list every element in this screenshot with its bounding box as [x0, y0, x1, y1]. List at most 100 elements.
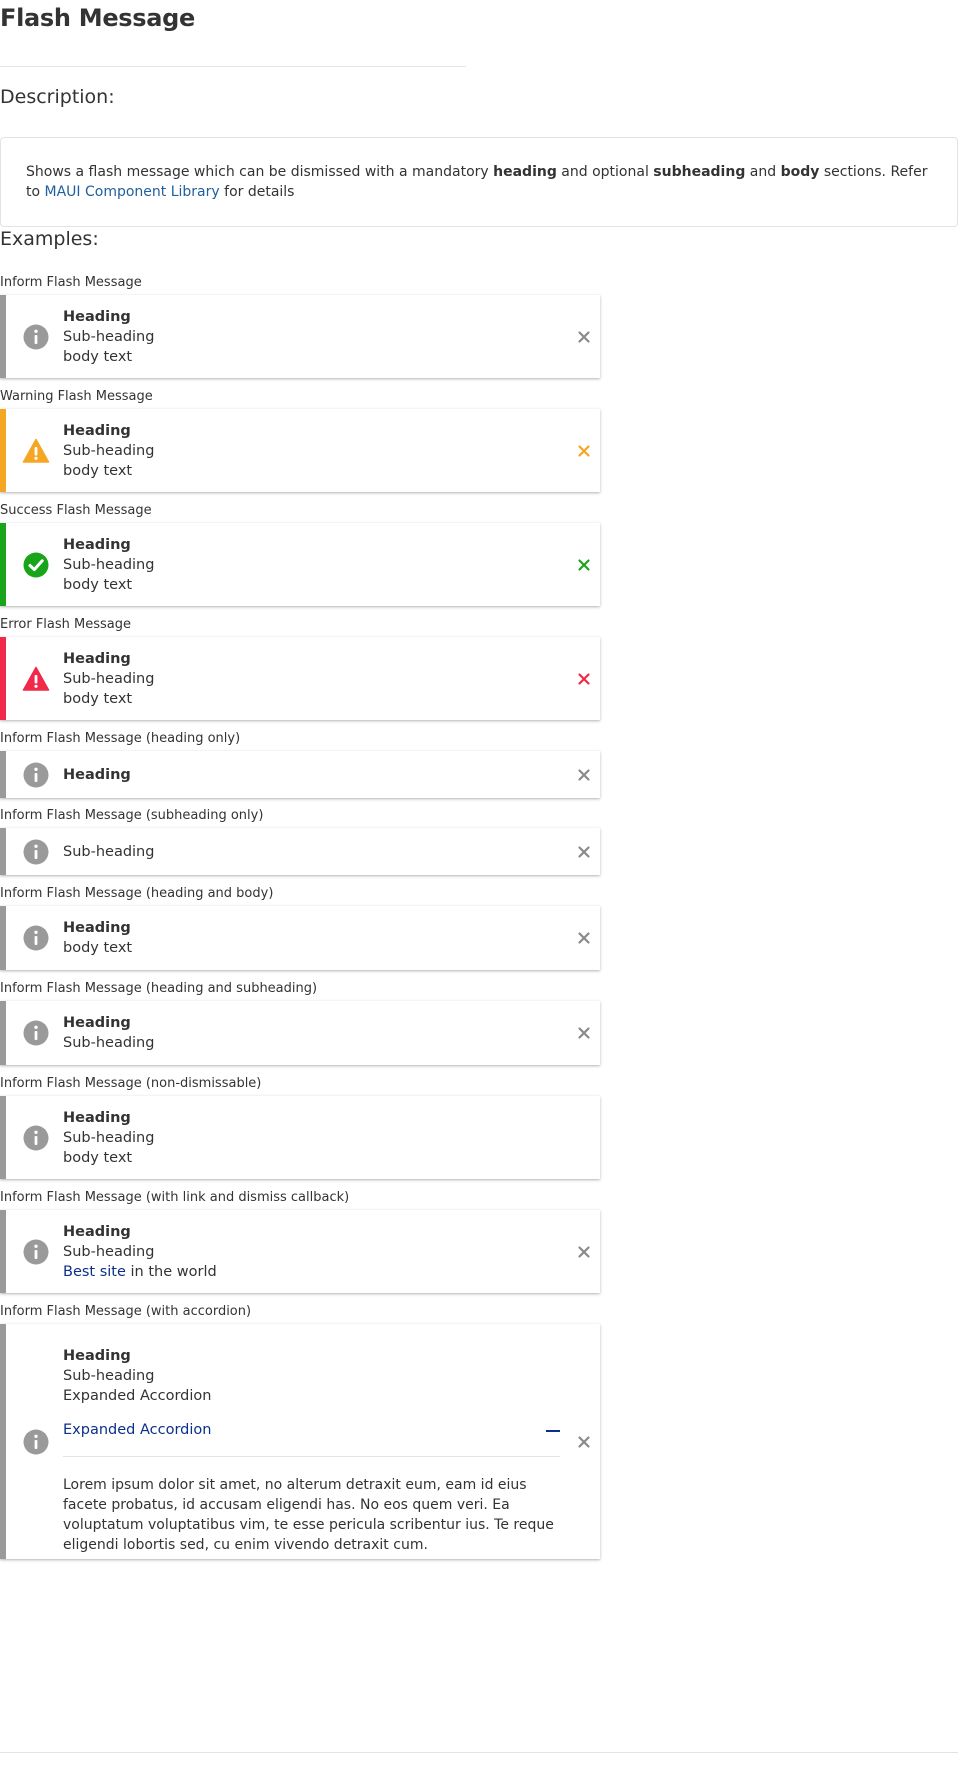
flash-message-inform: Heading Sub-heading body text [0, 295, 600, 378]
example-label-heading-and-subheading: Inform Flash Message (heading and subhea… [0, 981, 318, 996]
minus-icon[interactable] [546, 1430, 560, 1432]
example-label-with-accordion: Inform Flash Message (with accordion) [0, 1304, 252, 1319]
flash-message-non-dismissable: Heading Sub-heading body text [0, 1096, 600, 1179]
flash-content: Heading Sub-heading body text [63, 649, 154, 709]
flash-body: body text [63, 462, 133, 479]
description-bold-heading: heading [493, 164, 557, 180]
flash-subheading: Sub-heading [63, 1035, 155, 1051]
accordion-divider [63, 1456, 560, 1457]
description-text-3: and [745, 164, 781, 180]
close-icon[interactable] [576, 844, 592, 860]
description-text-1: Shows a flash message which can be dismi… [26, 164, 494, 180]
flash-subheading: Sub-heading [63, 328, 155, 345]
flash-heading: Heading [63, 536, 131, 553]
close-icon[interactable] [576, 1025, 592, 1041]
info-icon [23, 1429, 49, 1454]
flash-content: Heading body text [63, 918, 132, 958]
flash-message-warning: Heading Sub-heading body text [0, 409, 600, 492]
flash-content: Heading Sub-heading Expanded Accordion E… [63, 1346, 560, 1555]
info-icon [23, 1125, 49, 1150]
flash-content: Heading Sub-heading body text [63, 421, 154, 481]
flash-message-subheading-only: Sub-heading [0, 828, 600, 875]
flash-message-error: Heading Sub-heading body text [0, 637, 600, 720]
close-icon[interactable] [576, 767, 592, 783]
flash-subheading: Sub-heading [63, 1368, 155, 1384]
flash-heading: Heading [63, 1348, 131, 1364]
flash-body: Best site in the world [63, 1262, 217, 1282]
close-icon[interactable] [576, 557, 592, 573]
flash-message-with-accordion: Heading Sub-heading Expanded Accordion E… [0, 1324, 600, 1559]
close-icon[interactable] [576, 671, 592, 687]
example-label-with-link: Inform Flash Message (with link and dism… [0, 1190, 350, 1205]
flash-message-heading-and-body: Heading body text [0, 906, 600, 970]
flash-heading: Heading [63, 1223, 131, 1240]
flash-message-success: Heading Sub-heading body text [0, 523, 600, 606]
flash-subheading: Sub-heading [63, 670, 155, 687]
close-icon[interactable] [576, 1434, 592, 1450]
flash-heading: Heading [63, 920, 131, 936]
accordion-label: Expanded Accordion [63, 1422, 212, 1438]
flash-heading: Heading [63, 766, 131, 783]
page: Flash Message Description: Shows a flash… [0, 0, 962, 1769]
description-text-5: for details [219, 184, 295, 200]
flash-content: Heading Sub-heading body text [63, 307, 154, 367]
flash-body: body text [63, 940, 133, 956]
check-circle-icon [23, 552, 49, 577]
example-label-warning: Warning Flash Message [0, 389, 153, 404]
example-label-subheading-only: Inform Flash Message (subheading only) [0, 808, 264, 823]
info-icon [23, 925, 49, 951]
close-icon[interactable] [576, 1244, 592, 1260]
page-title: Flash Message [0, 4, 196, 32]
title-divider [0, 66, 466, 67]
flash-extra-text: Expanded Accordion [63, 1388, 212, 1404]
component-library-link[interactable]: MAUI Component Library [45, 184, 220, 200]
example-label-success: Success Flash Message [0, 503, 152, 518]
description-text-2: and optional [556, 164, 654, 180]
info-icon [23, 839, 49, 864]
flash-subheading: Sub-heading [63, 442, 155, 459]
example-label-heading-and-body: Inform Flash Message (heading and body) [0, 886, 274, 901]
flash-heading: Heading [63, 308, 131, 325]
flash-message-with-link: Heading Sub-heading Best site in the wor… [0, 1210, 600, 1293]
flash-heading: Heading [63, 650, 131, 667]
best-site-link[interactable]: Best site [63, 1264, 126, 1280]
close-icon[interactable] [576, 443, 592, 459]
accordion-body: Lorem ipsum dolor sit amet, no alterum d… [63, 1477, 554, 1553]
flash-content: Heading Sub-heading [63, 1013, 154, 1053]
examples-heading: Examples: [0, 228, 99, 250]
bottom-divider [0, 1752, 958, 1753]
flash-heading: Heading [63, 1015, 131, 1031]
description-bold-body: body [780, 164, 820, 180]
info-icon [23, 1239, 49, 1264]
flash-body: body text [63, 690, 133, 707]
flash-content: Heading Sub-heading body text [63, 1108, 154, 1168]
flash-content: Heading [63, 765, 131, 785]
flash-body: body text [63, 576, 133, 593]
example-label-heading-only: Inform Flash Message (heading only) [0, 731, 241, 746]
close-icon[interactable] [576, 329, 592, 345]
warning-triangle-icon [22, 438, 50, 463]
accordion-toggle[interactable]: Expanded Accordion [63, 1420, 560, 1442]
description-heading: Description: [0, 86, 115, 108]
flash-content: Sub-heading [63, 842, 154, 862]
description-bold-subheading: subheading [653, 164, 746, 180]
flash-content: Heading Sub-heading Best site in the wor… [63, 1222, 217, 1282]
flash-subheading: Sub-heading [63, 556, 155, 573]
flash-body: body text [63, 348, 133, 365]
flash-body: body text [63, 1149, 133, 1166]
example-label-inform: Inform Flash Message [0, 275, 142, 290]
flash-heading: Heading [63, 422, 131, 439]
close-icon[interactable] [576, 930, 592, 946]
example-label-non-dismissable: Inform Flash Message (non-dismissable) [0, 1076, 262, 1091]
flash-message-heading-and-subheading: Heading Sub-heading [0, 1001, 600, 1065]
flash-content: Heading Sub-heading body text [63, 535, 154, 595]
description-box: Shows a flash message which can be dismi… [0, 137, 958, 227]
flash-subheading: Sub-heading [63, 1129, 155, 1146]
flash-message-heading-only: Heading [0, 751, 600, 798]
info-icon [23, 1020, 49, 1046]
flash-heading: Heading [63, 1109, 131, 1126]
info-icon [23, 762, 49, 787]
flash-subheading: Sub-heading [63, 843, 155, 860]
flash-body-text: in the world [125, 1263, 217, 1280]
info-icon [23, 324, 49, 349]
